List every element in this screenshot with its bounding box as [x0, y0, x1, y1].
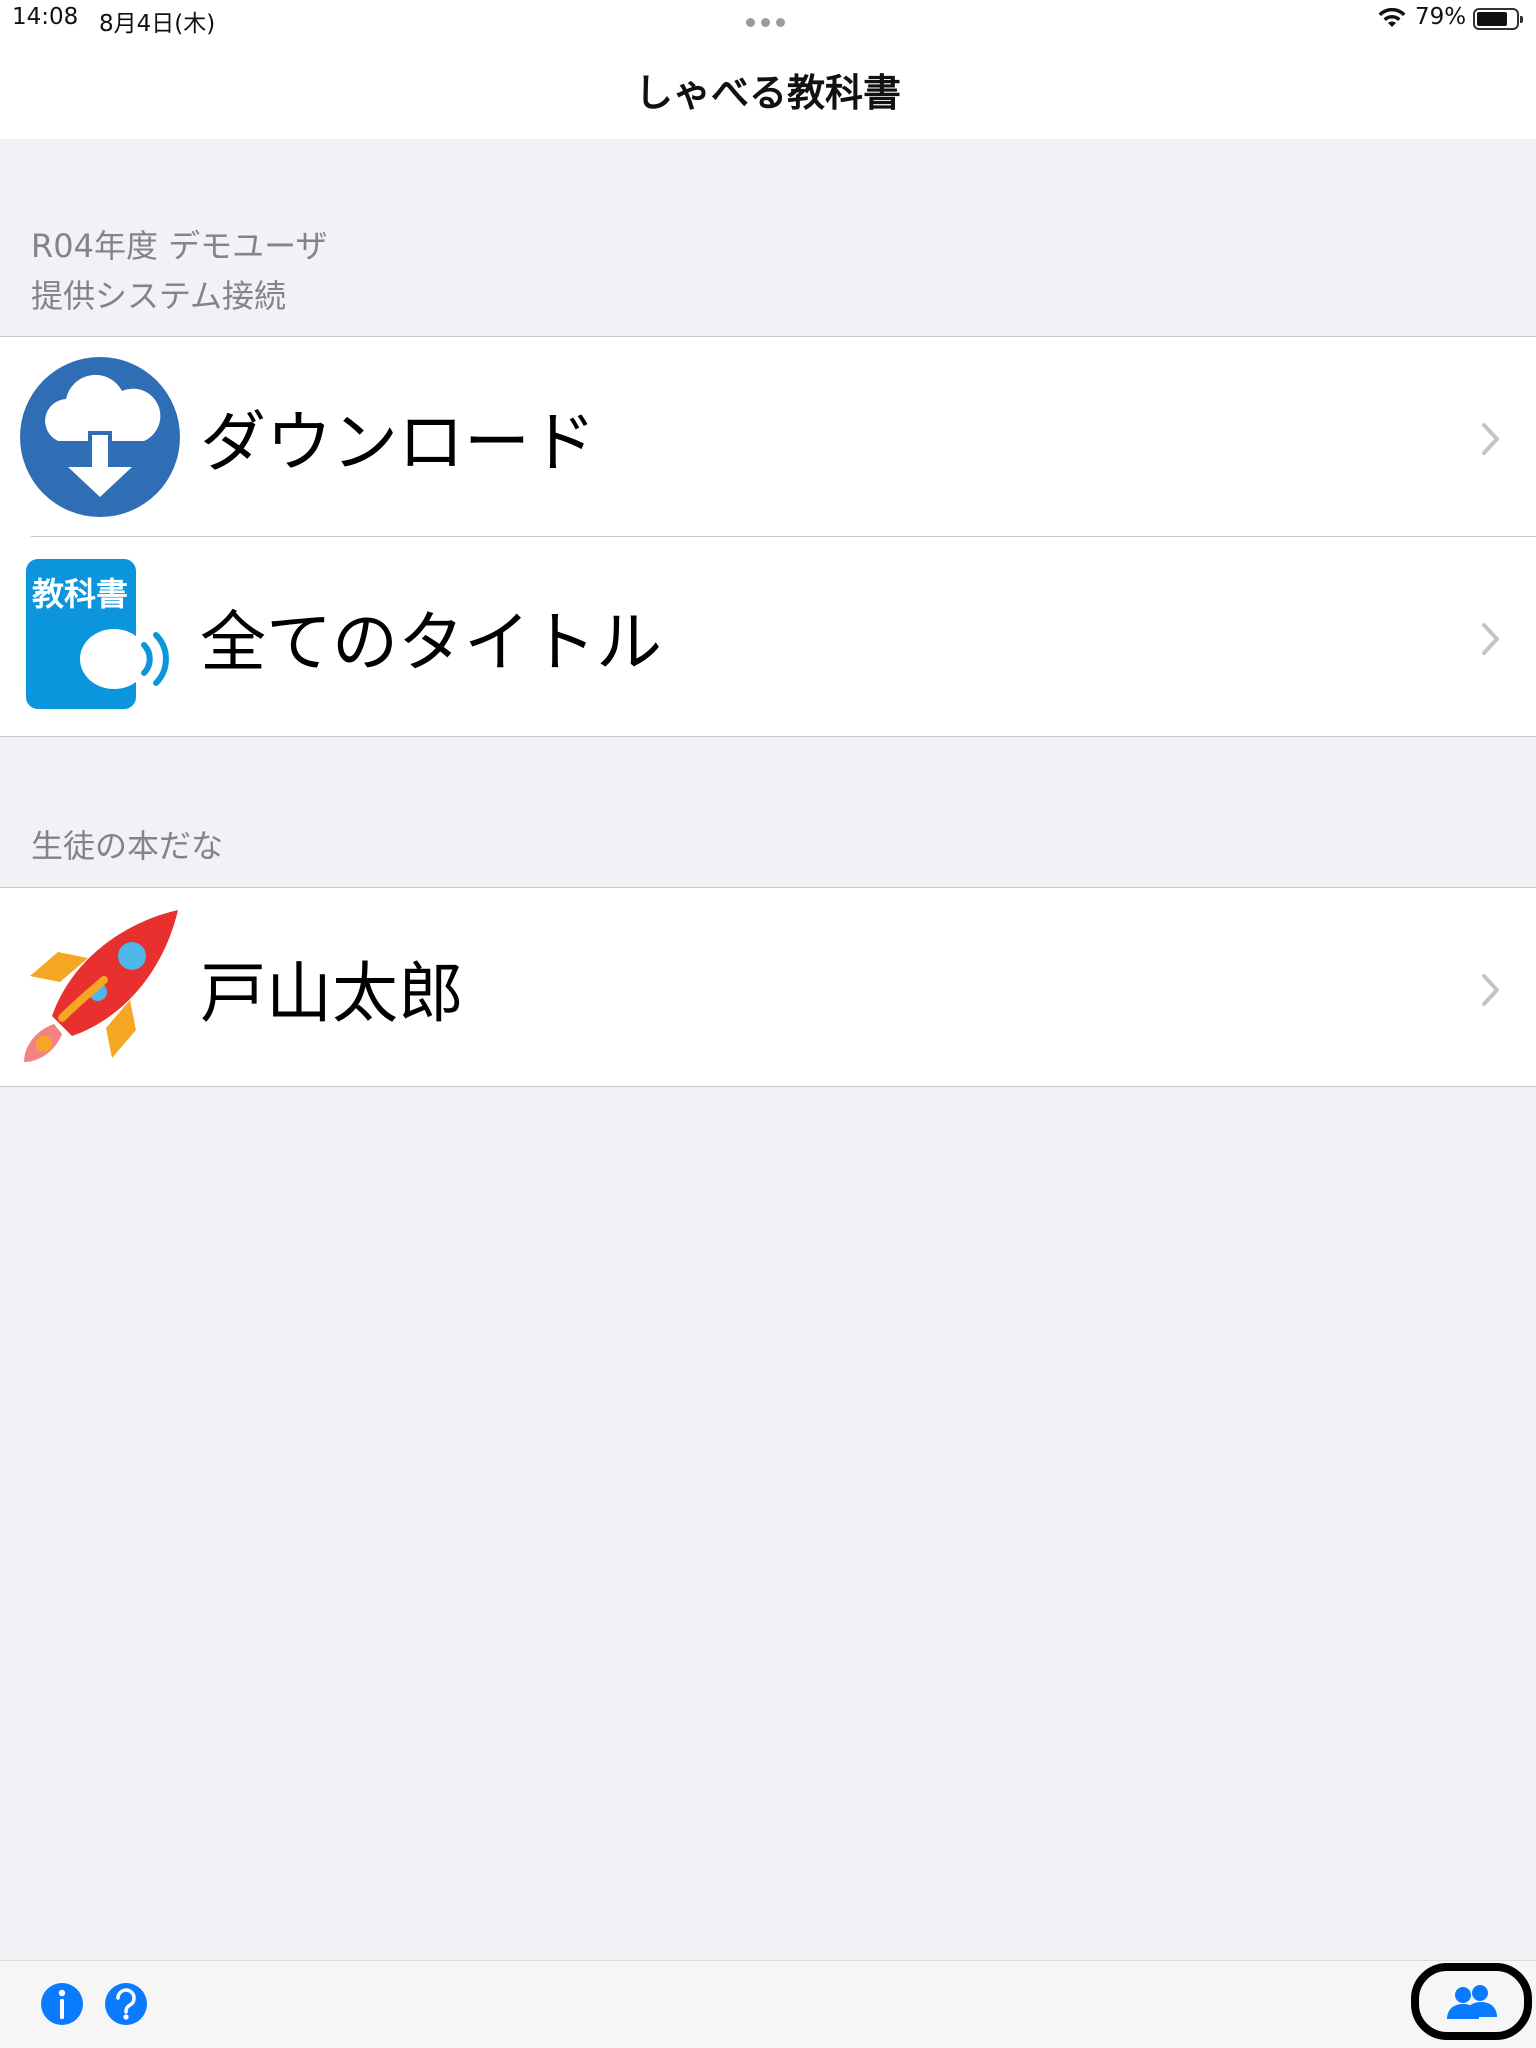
cloud-download-icon	[20, 357, 180, 517]
bottom-toolbar	[0, 1960, 1536, 2048]
section-header-line2: 提供システム接続	[31, 277, 287, 315]
section-header-bookshelf: 生徒の本だな	[31, 821, 223, 871]
battery-icon	[1473, 8, 1523, 30]
help-icon[interactable]	[103, 1981, 149, 2027]
rocket-icon	[24, 910, 178, 1062]
wifi-icon	[1378, 7, 1406, 27]
textbook-speaker-icon: 教科書	[26, 559, 169, 709]
textbook-icon-text: 教科書	[32, 575, 128, 613]
student-bookshelf-list: 戸山太郎	[0, 887, 1536, 1087]
info-icon[interactable]	[39, 1981, 85, 2027]
chevron-right-icon	[1482, 623, 1499, 655]
battery-percent: 79%	[1415, 4, 1467, 30]
people-icon	[1446, 1984, 1497, 2019]
multitasking-dots[interactable]	[746, 18, 785, 27]
list-row-download[interactable]: ダウンロード	[0, 337, 1536, 537]
row-label-download: ダウンロード	[200, 404, 596, 481]
battery-fill	[1477, 12, 1508, 26]
row-label-student: 戸山太郎	[200, 955, 464, 1032]
status-date: 8月4日(木)	[99, 11, 216, 37]
top-bar: 14:08 8月4日(木) 79% しゃべる教科書	[0, 0, 1536, 139]
section-header-line1: R04年度 デモユーザ	[31, 227, 328, 265]
users-button[interactable]	[1411, 1963, 1532, 2040]
list-row-student[interactable]: 戸山太郎	[0, 888, 1536, 1088]
chevron-right-icon	[1482, 974, 1499, 1006]
screen: 14:08 8月4日(木) 79% しゃべる教科書 R04年度 デモユーザ 提供…	[0, 0, 1536, 2048]
chevron-right-icon	[1482, 423, 1499, 455]
status-time: 14:08	[12, 4, 79, 30]
row-label-all-titles: 全てのタイトル	[200, 604, 662, 681]
system-list: ダウンロード 教科書 全てのタイトル	[0, 336, 1536, 737]
list-row-all-titles[interactable]: 教科書 全てのタイトル	[0, 537, 1536, 737]
section-header-system: R04年度 デモユーザ 提供システム接続	[31, 221, 328, 321]
nav-title: しゃべる教科書	[634, 71, 901, 115]
section-header-line1: 生徒の本だな	[31, 827, 224, 865]
